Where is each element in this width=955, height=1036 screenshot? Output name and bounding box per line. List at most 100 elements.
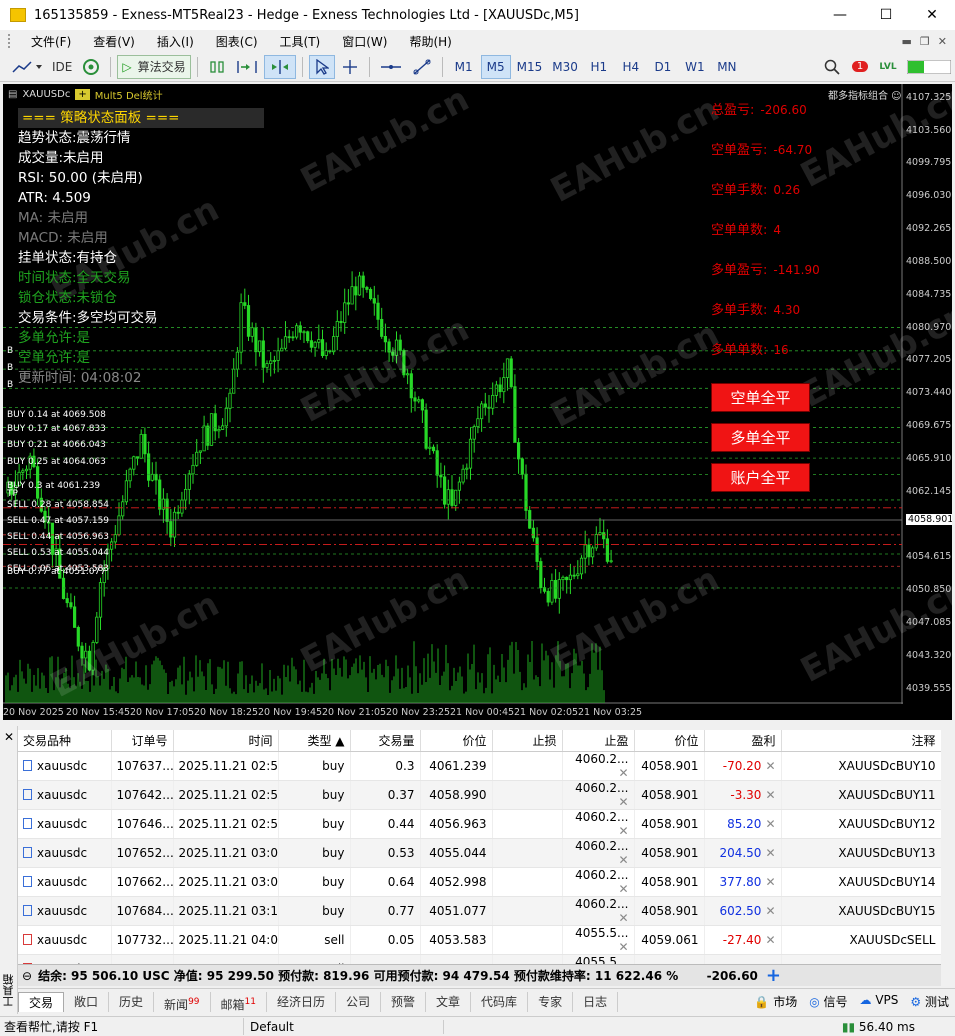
- table-row[interactable]: xauusdc 107637...2025.11.21 02:5...buy0.3…: [18, 751, 941, 781]
- remove-tp-icon[interactable]: ✕: [618, 911, 628, 925]
- price-chart[interactable]: EAHub.cn EAHub.cn EAHub.cn EAHub.cn EAHub.cn…: [3, 84, 952, 720]
- table-row[interactable]: xauusdc 107732...2025.11.21 04:0...sell0.…: [18, 925, 941, 955]
- minimize-button[interactable]: —: [817, 7, 863, 23]
- cursor-icon[interactable]: [308, 54, 335, 79]
- table-row[interactable]: xauusdc 107662...2025.11.21 03:0...buy0.6…: [18, 867, 941, 897]
- menu-chart[interactable]: 图表(C): [205, 33, 269, 50]
- sl-cell[interactable]: [492, 751, 563, 781]
- sl-cell[interactable]: [492, 896, 563, 926]
- close-position-icon[interactable]: ✕: [765, 846, 775, 860]
- right-tab[interactable]: ◎ 信号: [809, 993, 847, 1010]
- column-header[interactable]: 价位: [634, 730, 705, 752]
- tf-w1[interactable]: W1: [680, 55, 710, 79]
- tp-cell[interactable]: 4055.5...✕: [562, 925, 635, 955]
- toolbox-tab[interactable]: 公司: [336, 991, 382, 1012]
- toolbox-tab[interactable]: 新闻99: [154, 991, 211, 1012]
- tp-cell[interactable]: 4055.5...✕: [562, 954, 635, 964]
- toolbox-tab[interactable]: 预警: [381, 991, 427, 1012]
- tp-cell[interactable]: 4060.2... ✕: [562, 896, 635, 926]
- sl-cell[interactable]: [492, 780, 563, 810]
- toolbox-tab[interactable]: 交易: [18, 991, 65, 1012]
- menu-file[interactable]: 文件(F): [20, 33, 82, 50]
- tf-m30[interactable]: M30: [548, 55, 582, 79]
- maximize-button[interactable]: ☐: [863, 7, 909, 23]
- toolbox-close-icon[interactable]: ✕: [4, 730, 14, 744]
- menu-tools[interactable]: 工具(T): [269, 33, 332, 50]
- ide-button[interactable]: IDE: [48, 55, 76, 79]
- remove-tp-icon[interactable]: ✕: [618, 853, 628, 867]
- crosshair-icon[interactable]: [337, 55, 363, 79]
- algo-trading-button[interactable]: ▷ 算法交易: [117, 54, 191, 79]
- toolbox-tab[interactable]: 敞口: [64, 991, 110, 1012]
- search-icon[interactable]: [819, 55, 845, 79]
- close-all-button[interactable]: 账户全平: [711, 463, 810, 492]
- mdi-minimize-icon[interactable]: ▬: [902, 35, 912, 48]
- chart-shift-icon[interactable]: [263, 54, 296, 79]
- candles-icon[interactable]: [204, 55, 230, 79]
- mdi-close-icon[interactable]: ✕: [938, 35, 947, 48]
- menu-view[interactable]: 查看(V): [82, 33, 146, 50]
- toolbox-tab[interactable]: 历史: [109, 991, 155, 1012]
- collapse-icon[interactable]: ⊖: [22, 969, 32, 983]
- toolbox-tab[interactable]: 日志: [573, 991, 619, 1012]
- close-position-icon[interactable]: ✕: [765, 904, 775, 918]
- toolbox-tab[interactable]: 专家: [528, 991, 574, 1012]
- column-header[interactable]: 价位: [420, 730, 493, 752]
- right-tab[interactable]: 🔒 市场: [754, 993, 797, 1010]
- close-button[interactable]: ✕: [909, 7, 955, 23]
- trendline-icon[interactable]: [408, 55, 436, 79]
- remove-tp-icon[interactable]: ✕: [618, 824, 628, 838]
- community-icon[interactable]: [78, 55, 104, 79]
- sl-cell[interactable]: [492, 838, 563, 868]
- menu-window[interactable]: 窗口(W): [331, 33, 398, 50]
- remove-tp-icon[interactable]: ✕: [618, 882, 628, 896]
- notification-icon[interactable]: 1: [847, 55, 873, 79]
- remove-tp-icon[interactable]: ✕: [618, 766, 628, 780]
- sl-cell[interactable]: [492, 867, 563, 897]
- remove-tp-icon[interactable]: ✕: [618, 795, 628, 809]
- table-row[interactable]: xauusdc 107646...2025.11.21 02:5...buy0.4…: [18, 809, 941, 839]
- table-row[interactable]: xauusdc107734...2025.11.21 04:0...sell0.…: [18, 954, 941, 964]
- mdi-restore-icon[interactable]: ❐: [920, 35, 930, 48]
- ea-badge[interactable]: +: [75, 89, 90, 100]
- close-position-icon[interactable]: ✕: [765, 875, 775, 889]
- chart-type-icon[interactable]: [8, 55, 46, 79]
- close-long-button[interactable]: 多单全平: [711, 423, 810, 452]
- add-icon[interactable]: +: [766, 965, 781, 986]
- column-header[interactable]: 订单号: [111, 730, 174, 752]
- tf-m1[interactable]: M1: [449, 55, 479, 79]
- column-header[interactable]: 时间: [173, 730, 279, 752]
- menu-help[interactable]: 帮助(H): [398, 33, 462, 50]
- tp-cell[interactable]: 4060.2... ✕: [562, 751, 635, 781]
- column-header[interactable]: 类型 ▲: [278, 730, 351, 752]
- sl-cell[interactable]: [492, 925, 563, 955]
- table-row[interactable]: xauusdc 107652...2025.11.21 03:0...buy0.5…: [18, 838, 941, 868]
- toolbox-tab[interactable]: 文章: [426, 991, 472, 1012]
- close-short-button[interactable]: 空单全平: [711, 383, 810, 412]
- chart-menu-icon[interactable]: ▤: [8, 89, 17, 100]
- tf-h4[interactable]: H4: [616, 55, 646, 79]
- sl-cell[interactable]: [492, 954, 563, 964]
- table-row[interactable]: xauusdc 107642...2025.11.21 02:5...buy0.3…: [18, 780, 941, 810]
- right-tab[interactable]: ⚙ 测试: [910, 993, 949, 1010]
- positions-table[interactable]: 交易品种 订单号 时间 类型 ▲ 交易量 价位 止损 止盈 价位 盈利 注释 xauusdc 1076…: [18, 730, 941, 964]
- column-header[interactable]: 止损: [492, 730, 563, 752]
- column-header[interactable]: 盈利: [704, 730, 782, 752]
- tp-cell[interactable]: 4060.2... ✕: [562, 838, 635, 868]
- autoscroll-icon[interactable]: [232, 55, 262, 79]
- toolbox-tab[interactable]: 邮箱11: [211, 991, 267, 1012]
- tf-d1[interactable]: D1: [648, 55, 678, 79]
- hline-icon[interactable]: [376, 55, 406, 79]
- tf-h1[interactable]: H1: [584, 55, 614, 79]
- menu-insert[interactable]: 插入(I): [146, 33, 205, 50]
- close-position-icon[interactable]: ✕: [765, 933, 775, 947]
- table-row[interactable]: xauusdc 107684...2025.11.21 03:1...buy0.7…: [18, 896, 941, 926]
- tp-cell[interactable]: 4060.2... ✕: [562, 867, 635, 897]
- tf-m5[interactable]: M5: [480, 54, 511, 79]
- tp-cell[interactable]: 4060.2... ✕: [562, 809, 635, 839]
- column-header[interactable]: 注释: [781, 730, 941, 752]
- tf-m15[interactable]: M15: [513, 55, 547, 79]
- close-position-icon[interactable]: ✕: [765, 817, 775, 831]
- close-position-icon[interactable]: ✕: [765, 788, 775, 802]
- sl-cell[interactable]: [492, 809, 563, 839]
